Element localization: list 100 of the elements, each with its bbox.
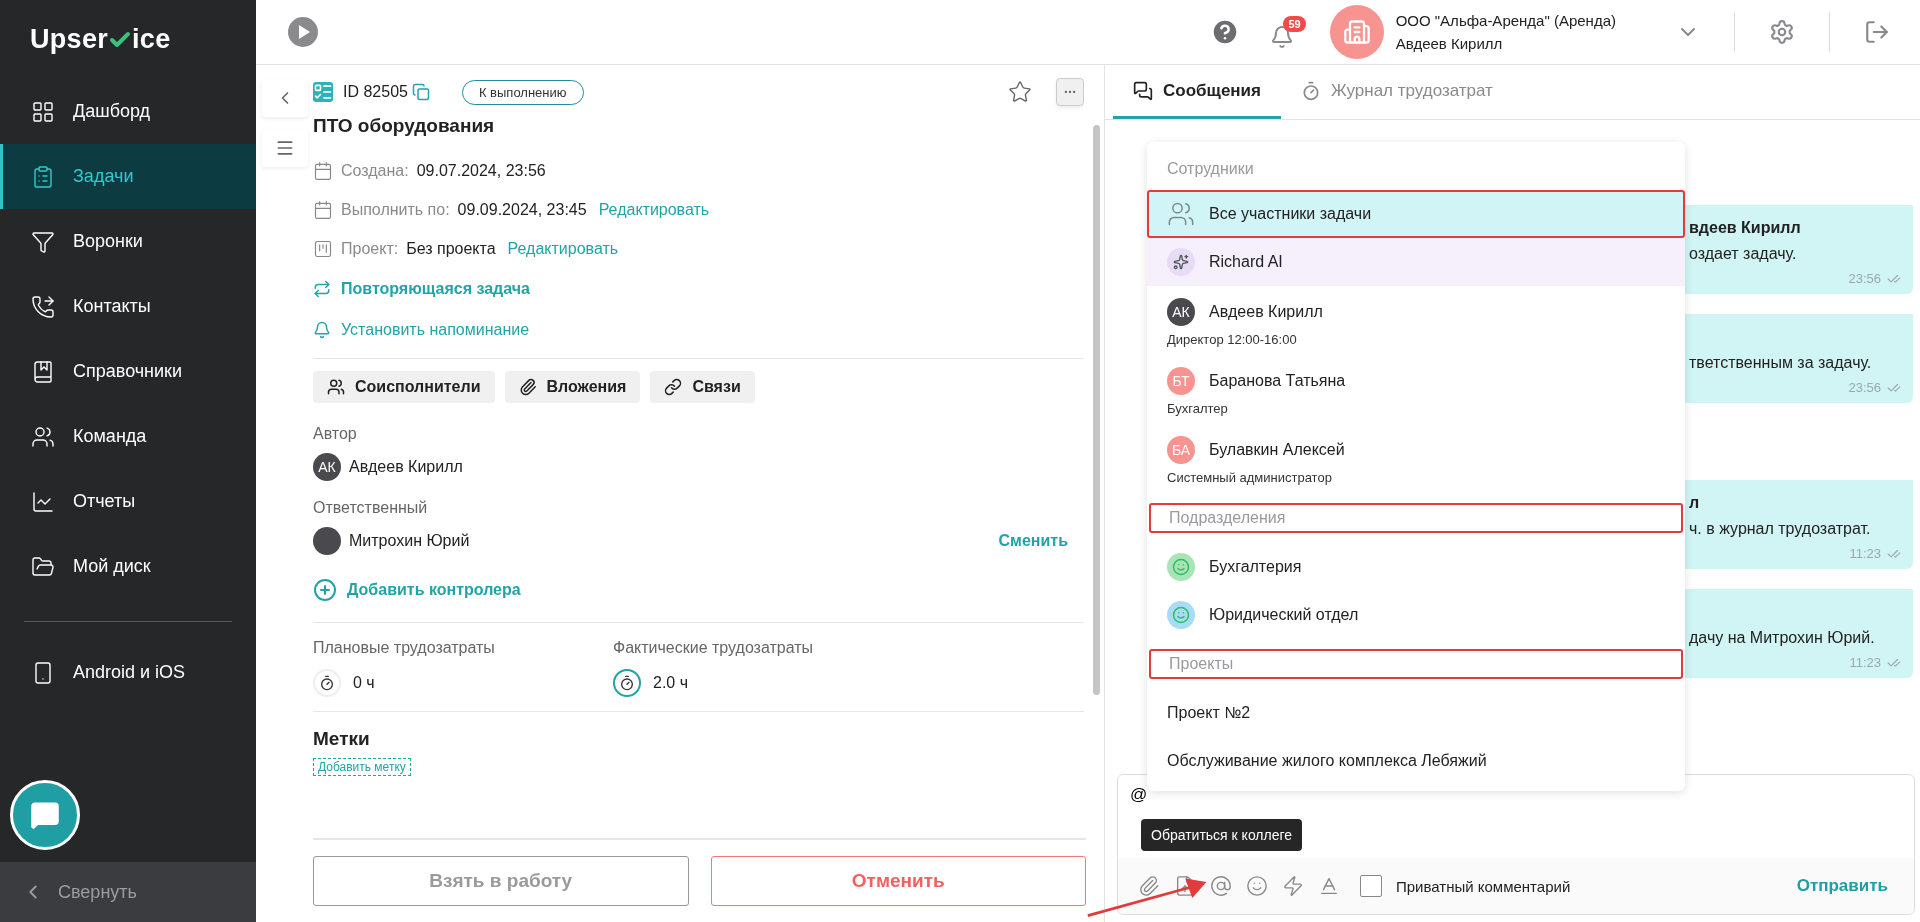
mention-option[interactable]: Обслуживание жилого комплекса Лебяжий <box>1147 737 1685 785</box>
mention-option[interactable]: Бухгалтерия <box>1147 543 1685 591</box>
mention-option[interactable]: Все участники задачи <box>1147 190 1685 238</box>
people-icon <box>327 378 345 396</box>
company-name: ООО "Альфа-Аренда" (Аренда) <box>1395 12 1616 29</box>
message-text: дачу на Митрохин Юрий. <box>1689 629 1876 647</box>
effort-value: 0 ч <box>353 674 375 692</box>
message-time: 11:23 <box>1849 655 1901 670</box>
logout-icon[interactable] <box>1864 19 1890 45</box>
mention-option[interactable]: АК Авдеев Кирилл Директор 12:00-16:00 <box>1147 286 1685 355</box>
field-label: Проект: <box>341 239 399 258</box>
timer-icon <box>1301 80 1321 101</box>
lightning-icon[interactable] <box>1282 875 1304 897</box>
paperclip-icon[interactable] <box>1138 875 1160 897</box>
message-time: 23:56 <box>1848 271 1901 286</box>
smile-icon[interactable] <box>1246 875 1268 897</box>
text-format-icon[interactable] <box>1318 875 1340 897</box>
author-heading: Автор <box>313 425 358 443</box>
nav-item[interactable]: Отчеты <box>0 469 256 534</box>
link-icon <box>664 378 683 396</box>
bell-icon <box>313 320 331 339</box>
notifications-button[interactable]: 59 <box>1269 15 1306 49</box>
plus-circle-icon <box>313 577 337 602</box>
responsible-name: Митрохин Юрий <box>349 532 470 550</box>
tags-heading: Метки <box>313 728 371 750</box>
tab[interactable]: Журнал трудозатрат <box>1281 65 1513 119</box>
repeat-icon <box>313 279 331 298</box>
nav-item[interactable]: Задачи <box>0 144 256 209</box>
section-button[interactable]: Соисполнители <box>313 371 495 403</box>
star-icon[interactable] <box>1008 80 1032 104</box>
avatar: БТ <box>1167 367 1195 395</box>
chat-icon <box>30 800 60 830</box>
company-avatar <box>1329 5 1384 59</box>
menu-section-title: Проекты <box>1149 649 1683 679</box>
private-label: Приватный комментарий <box>1396 877 1571 895</box>
menu-button[interactable] <box>261 129 308 167</box>
chat-bubbles-icon <box>1133 80 1153 101</box>
copy-icon[interactable] <box>411 83 430 101</box>
tab[interactable]: Сообщения <box>1113 65 1281 119</box>
clipboard-icon <box>31 164 55 189</box>
nav-item[interactable]: Android и iOS <box>0 640 256 705</box>
field-value: 09.07.2024, 23:56 <box>416 161 546 180</box>
grid-icon <box>31 99 55 124</box>
field-label: Создана: <box>341 161 409 180</box>
task-id: ID 82505 <box>343 83 408 101</box>
message-text: тветственным за задачу. <box>1689 354 1873 372</box>
menu-section-title: Сотрудники <box>1166 159 1255 179</box>
user-name: Авдеев Кирилл <box>1395 35 1504 52</box>
scrollbar[interactable] <box>1093 125 1100 695</box>
nav-item[interactable]: Справочники <box>0 339 256 404</box>
people-icon <box>31 424 55 449</box>
settings-icon[interactable] <box>1769 19 1795 45</box>
collapse-button[interactable]: Свернуть <box>0 862 256 922</box>
funnel-icon <box>31 229 55 254</box>
effort-value: 2.0 ч <box>653 674 689 692</box>
paperclip-icon <box>518 378 537 396</box>
play-icon[interactable] <box>288 17 318 47</box>
board-icon <box>313 238 333 259</box>
at-sign-icon[interactable] <box>1210 875 1232 897</box>
folder-icon <box>31 554 55 579</box>
section-button[interactable]: Связи <box>650 371 755 403</box>
book-icon <box>31 359 55 384</box>
mention-option[interactable]: Юридический отдел <box>1147 591 1685 639</box>
message-author: л <box>1689 494 1701 512</box>
nav-item[interactable]: Контакты <box>0 274 256 339</box>
avatar: АК <box>1167 298 1195 326</box>
field-label: Выполнить по: <box>341 200 450 219</box>
phone-icon <box>31 294 55 319</box>
field-value: 09.09.2024, 23:45 <box>457 200 587 219</box>
message-text: оздает задачу. <box>1689 245 1798 263</box>
avatar: БА <box>1167 436 1195 464</box>
author-name: Авдеев Кирилл <box>349 458 463 476</box>
task-icon <box>313 82 333 102</box>
notification-count: 59 <box>1283 15 1306 32</box>
message-time: 11:23 <box>1849 546 1901 561</box>
task-title: ПТО оборудования <box>313 115 496 137</box>
message-time: 23:56 <box>1848 380 1901 395</box>
avatar <box>313 527 341 555</box>
private-checkbox[interactable] <box>1360 875 1382 897</box>
mention-option[interactable]: БТ Баранова Татьяна Бухгалтер <box>1147 355 1685 424</box>
avatar: АК <box>313 453 341 481</box>
mention-option[interactable]: Проект №2 <box>1147 689 1685 737</box>
logo: Upser ice <box>29 23 172 56</box>
ai-avatar-icon <box>1167 248 1195 276</box>
tooltip: Обратиться к коллеге <box>1141 819 1303 851</box>
mention-option[interactable]: БА Булавкин Алексей Системный администратор <box>1147 424 1685 493</box>
mention-option[interactable]: Richard AI <box>1147 238 1685 286</box>
nav-item[interactable]: Дашборд <box>0 79 256 144</box>
nav-item[interactable]: Команда <box>0 404 256 469</box>
nav-item[interactable]: Мой диск <box>0 534 256 599</box>
section-button[interactable]: Вложения <box>504 371 641 403</box>
people-icon <box>1167 200 1195 228</box>
field-value: Без проекта <box>406 239 496 258</box>
nav-item[interactable]: Воронки <box>0 209 256 274</box>
message-field[interactable]: @ Обратиться к коллеге Приватный комментарий Отправить <box>1117 774 1915 915</box>
calendar-icon <box>313 160 333 181</box>
calendar-icon <box>313 199 333 220</box>
message-author: вдеев Кирилл <box>1689 219 1802 237</box>
message-text: ч. в журнал трудозатрат. <box>1689 520 1872 538</box>
effort-label: Плановые трудозатраты <box>313 639 496 657</box>
